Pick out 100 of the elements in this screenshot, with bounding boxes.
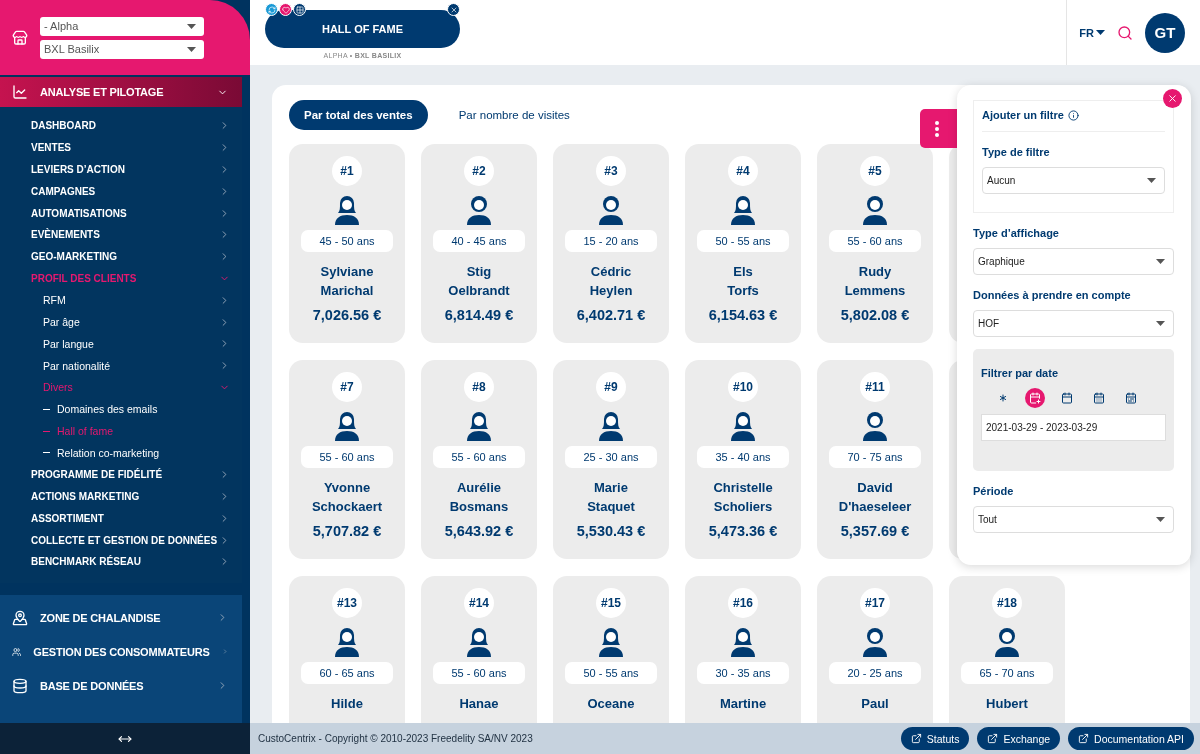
- age-range: 45 - 50 ans: [301, 230, 393, 252]
- menu-item[interactable]: CAMPAGNES: [0, 180, 242, 203]
- dash-marker: [43, 452, 50, 454]
- store-select[interactable]: BXL Basilix: [40, 39, 204, 59]
- rank-badge: #14: [464, 588, 494, 618]
- rank-badge: #11: [860, 372, 890, 402]
- menu-item[interactable]: Par nationalité: [0, 354, 242, 377]
- menu-item[interactable]: Par langue: [0, 332, 242, 355]
- customer-name: Oceane: [587, 695, 635, 713]
- age-range: 20 - 25 ans: [829, 662, 921, 684]
- dash-marker: [43, 430, 50, 432]
- display-type-select[interactable]: Graphique: [973, 248, 1174, 275]
- man-icon: [466, 195, 492, 225]
- field-label: Type d’affichage: [973, 227, 1060, 239]
- caret-icon: [1156, 321, 1165, 326]
- external-link-icon: [910, 733, 922, 744]
- filter-type-select[interactable]: Aucun: [982, 167, 1165, 194]
- menu-item[interactable]: PROGRAMME DE FIDÉLITÉ: [0, 463, 242, 486]
- date-mode-button[interactable]: [1025, 388, 1045, 408]
- sales-amount: 5,802.08 €: [840, 307, 910, 323]
- field-label: Filtrer par date: [981, 367, 1060, 379]
- caret-icon: [1156, 517, 1165, 522]
- menu-item[interactable]: DASHBOARD: [0, 115, 242, 137]
- menu-item[interactable]: GEO-MARKETING: [0, 245, 242, 268]
- rank-badge: #9: [596, 372, 626, 402]
- customer-name: Aurélie Bosmans: [449, 479, 509, 516]
- heart-icon[interactable]: [281, 5, 290, 14]
- age-range: 25 - 30 ans: [565, 446, 657, 468]
- menu-item[interactable]: COLLECTE ET GESTION DE DONNÉES: [0, 529, 242, 551]
- menu-item[interactable]: BENCHMARK RÉSEAU: [0, 550, 242, 573]
- menu-item[interactable]: ASSORTIMENT: [0, 507, 242, 530]
- customer-name: Martine: [719, 695, 767, 713]
- menu-item[interactable]: LEVIERS D’ACTION: [0, 158, 242, 181]
- close-icon[interactable]: [449, 5, 458, 14]
- caret-icon: [1147, 178, 1156, 183]
- user-avatar[interactable]: GT: [1145, 12, 1185, 53]
- grid-icon[interactable]: [295, 5, 304, 14]
- menu-item[interactable]: ACTIONS MARKETING: [0, 485, 242, 508]
- store-select[interactable]: - Alpha: [40, 16, 204, 36]
- field-label: Données à prendre en compte: [973, 289, 1132, 301]
- copyright-text: CustoCentrix - Copyright © 2010-2023 Freedelity SA/NV 2023: [258, 733, 533, 744]
- store-icon: [12, 29, 28, 46]
- age-range: 55 - 60 ans: [433, 662, 525, 684]
- view-tab[interactable]: Par nombre de visites: [443, 100, 585, 130]
- age-range: 55 - 60 ans: [829, 230, 921, 252]
- customer-name: Rudy Lemmens: [844, 263, 906, 300]
- sales-amount: 7,026.56 €: [312, 307, 382, 323]
- menu-item[interactable]: Par âge: [0, 311, 242, 333]
- man-icon: [994, 627, 1020, 657]
- man-icon: [598, 195, 624, 225]
- footer-link[interactable]: Statuts: [900, 727, 970, 750]
- field-label: Période: [973, 485, 1015, 497]
- close-icon: [1167, 93, 1178, 104]
- info-icon[interactable]: [1067, 109, 1079, 121]
- footer-link[interactable]: Documentation API: [1068, 727, 1194, 750]
- database-icon: [12, 677, 28, 694]
- calendar-plus-icon: [1029, 392, 1041, 404]
- rank-badge: #15: [596, 588, 626, 618]
- sales-amount: 5,530.43 €: [576, 523, 646, 539]
- age-range: 30 - 35 ans: [697, 662, 789, 684]
- man-icon: [862, 627, 888, 657]
- customer-name: Cédric Heylen: [589, 263, 633, 300]
- age-range: 50 - 55 ans: [565, 662, 657, 684]
- sales-amount: 6,402.71 €: [576, 307, 646, 323]
- data-scope-select[interactable]: HOF: [973, 310, 1174, 337]
- woman-icon: [598, 411, 624, 441]
- customer-name: Paul: [861, 695, 889, 713]
- woman-icon: [730, 195, 756, 225]
- rank-badge: #7: [332, 372, 362, 402]
- external-link-icon: [987, 733, 999, 744]
- search-icon[interactable]: [1117, 24, 1133, 41]
- page-tab[interactable]: HALL OF FAME: [265, 10, 460, 48]
- options-button[interactable]: [920, 109, 960, 148]
- age-range: 55 - 60 ans: [433, 446, 525, 468]
- language-select[interactable]: FR: [1079, 26, 1105, 39]
- menu-item[interactable]: VENTES: [0, 136, 242, 159]
- caret-icon: [1156, 259, 1165, 264]
- period-select[interactable]: Tout: [973, 506, 1174, 533]
- customer-name: Sylviane Marichal: [320, 263, 374, 300]
- sales-amount: 5,357.69 €: [840, 523, 910, 539]
- sales-amount: 5,643.92 €: [444, 523, 514, 539]
- man-icon: [862, 195, 888, 225]
- date-range-field[interactable]: 2021-03-29 - 2023-03-29: [981, 414, 1166, 441]
- rank-badge: #4: [728, 156, 758, 186]
- menu-item[interactable]: AUTOMATISATIONS: [0, 202, 242, 224]
- menu-item[interactable]: EVÈNEMENTS: [0, 224, 242, 246]
- calendar-week-icon: [1125, 392, 1137, 404]
- age-range: 70 - 75 ans: [829, 446, 921, 468]
- menu-item[interactable]: Relation co-marketing: [0, 441, 242, 464]
- calendar-icon: [1061, 392, 1073, 404]
- menu-item[interactable]: Domaines des emails: [0, 398, 242, 421]
- close-button[interactable]: [1163, 89, 1182, 108]
- footer-link[interactable]: Exchange: [977, 727, 1061, 750]
- sales-amount: 5,707.82 €: [312, 523, 382, 539]
- view-tab[interactable]: Par total des ventes: [289, 100, 428, 130]
- menu-section[interactable]: ANALYSE ET PILOTAGE: [0, 77, 242, 107]
- rank-badge: #3: [596, 156, 626, 186]
- woman-icon: [334, 627, 360, 657]
- menu-item[interactable]: RFM: [0, 289, 242, 312]
- age-range: 40 - 45 ans: [433, 230, 525, 252]
